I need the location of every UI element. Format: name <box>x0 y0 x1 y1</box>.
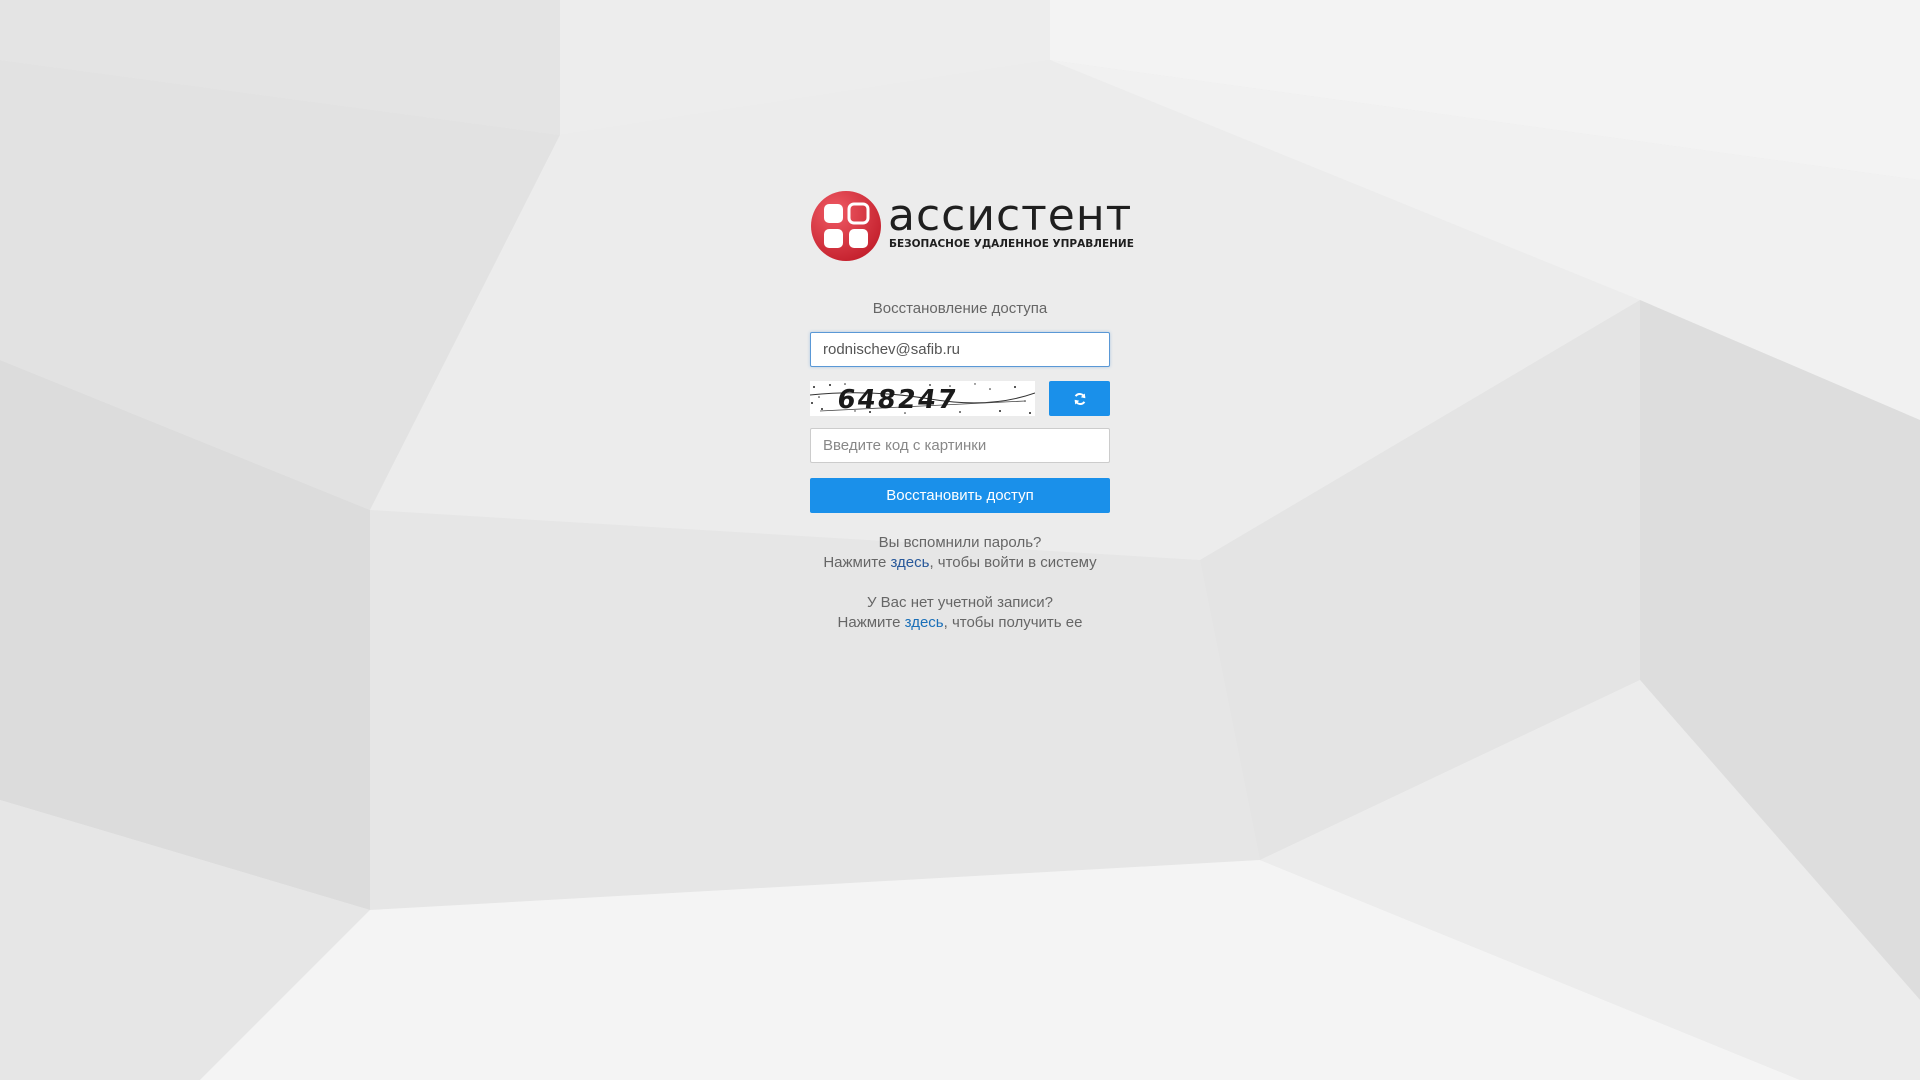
logo-name: ассистент <box>888 190 1133 241</box>
login-hint-line: Нажмите здесь, чтобы войти в систему <box>810 553 1110 573</box>
logo-mark-icon <box>811 191 881 261</box>
captcha-text: 648247 <box>835 385 960 415</box>
logo: ассистент БЕЗОПАСНОЕ УДАЛЕННОЕ УПРАВЛЕНИ… <box>810 190 1134 262</box>
form-title: Восстановление доступа <box>872 300 1048 317</box>
refresh-captcha-button[interactable] <box>1049 381 1110 416</box>
recovery-panel: ассистент БЕЗОПАСНОЕ УДАЛЕННОЕ УПРАВЛЕНИ… <box>810 190 1134 633</box>
register-hint: У Вас нет учетной записи? Нажмите здесь,… <box>810 593 1110 633</box>
restore-access-button[interactable]: Восстановить доступ <box>810 478 1110 513</box>
login-hint: Вы вспомнили пароль? Нажмите здесь, чтоб… <box>810 533 1110 573</box>
logo-tagline: БЕЗОПАСНОЕ УДАЛЕННОЕ УПРАВЛЕНИЕ <box>889 238 1134 250</box>
register-link[interactable]: здесь <box>905 614 944 631</box>
login-link[interactable]: здесь <box>890 554 929 571</box>
email-field[interactable] <box>810 332 1110 367</box>
login-hint-prefix: Нажмите <box>823 554 891 571</box>
login-hint-suffix: , чтобы войти в систему <box>929 554 1097 571</box>
captcha-row: 648247 <box>810 381 1110 416</box>
register-hint-suffix: , чтобы получить ее <box>943 614 1083 631</box>
captcha-image: 648247 <box>810 381 1035 416</box>
register-hint-question: У Вас нет учетной записи? <box>866 594 1054 611</box>
register-hint-line: Нажмите здесь, чтобы получить ее <box>810 613 1110 633</box>
login-hint-question: Вы вспомнили пароль? <box>878 534 1042 551</box>
refresh-icon <box>1074 392 1085 405</box>
captcha-input[interactable] <box>810 428 1110 463</box>
register-hint-prefix: Нажмите <box>837 614 905 631</box>
